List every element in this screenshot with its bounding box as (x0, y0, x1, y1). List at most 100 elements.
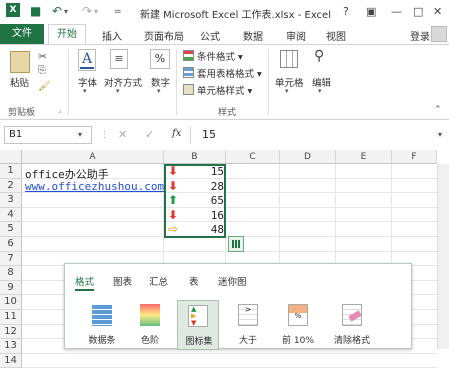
chevron-down-icon[interactable]: ▾ (116, 87, 120, 95)
column-header[interactable]: A (22, 150, 164, 164)
row-header[interactable]: 10 (0, 295, 22, 310)
cells-button[interactable]: 单元格 (275, 75, 304, 89)
qa-item-greater-than[interactable]: > 大于 (227, 300, 269, 350)
format-painter-icon[interactable]: 🖌 (38, 81, 51, 92)
undo-dropdown-icon[interactable]: ▾ (64, 7, 68, 16)
column-header[interactable]: F (392, 150, 437, 164)
conditional-format-button[interactable]: 条件格式 ▾ (197, 49, 243, 63)
avatar[interactable] (431, 26, 447, 42)
column-header[interactable]: B (164, 150, 226, 164)
font-button[interactable]: 字体 (78, 75, 97, 89)
cut-icon[interactable]: ✂ (38, 50, 47, 63)
conditional-format-label: 条件格式 (197, 52, 236, 63)
cell-b1[interactable]: 15 (180, 165, 224, 178)
formula-bar-grip-icon: ⋮ (100, 130, 109, 140)
chevron-down-icon[interactable]: ▾ (318, 87, 322, 95)
row-header[interactable]: 6 (0, 237, 22, 252)
undo-icon[interactable]: ↶ (52, 4, 62, 18)
row-header[interactable]: 13 (0, 339, 22, 354)
minimize-button[interactable]: — (391, 5, 402, 18)
qa-item-top-10[interactable]: % 前 10% (277, 300, 319, 350)
tab-file[interactable]: 文件 (0, 24, 44, 44)
row-header[interactable]: 8 (0, 266, 22, 281)
formula-input[interactable]: 15 (196, 126, 436, 144)
ribbon-home: 粘贴 ✂ ⎘ 🖌 剪贴板 ⌟ A 字体 ▾ ≡ 对齐方式 ▾ % 数字 ▾ 条件… (0, 44, 449, 120)
save-icon[interactable]: ■ (30, 4, 41, 18)
enter-icon[interactable]: ✓ (145, 128, 154, 141)
qa-item-clear-format[interactable]: 清除格式 (331, 300, 373, 350)
qa-item-label: 图标集 (185, 337, 213, 347)
tab-view[interactable]: 视图 (326, 28, 346, 43)
quick-analysis-icon (232, 240, 240, 248)
cell-b4[interactable]: 16 (180, 209, 224, 222)
row-header[interactable]: 14 (0, 353, 22, 368)
conditional-format-icon[interactable] (183, 50, 194, 61)
row-header[interactable]: 5 (0, 222, 22, 237)
qa-item-color-scale[interactable]: 色阶 (129, 300, 171, 350)
customize-qat-icon[interactable]: = (114, 7, 122, 17)
tab-insert[interactable]: 插入 (102, 28, 122, 43)
table-format-icon[interactable] (183, 67, 194, 78)
column-header[interactable]: C (226, 150, 280, 164)
clipboard-launcher-icon[interactable]: ⌟ (58, 106, 61, 114)
icon-set-icon: ▲ ▶ ▼ (188, 305, 208, 327)
binoculars-icon[interactable]: ⚲ (314, 48, 324, 64)
quick-analysis-button[interactable] (228, 236, 244, 252)
tab-formulas[interactable]: 公式 (200, 28, 220, 43)
select-all-corner[interactable] (0, 150, 22, 164)
data-bars-icon (92, 304, 112, 326)
copy-icon[interactable]: ⎘ (38, 65, 46, 76)
row-header[interactable]: 9 (0, 280, 22, 296)
name-box-dropdown-icon[interactable]: ▾ (78, 130, 82, 139)
row-header[interactable]: 12 (0, 324, 22, 340)
paste-icon[interactable] (10, 51, 30, 73)
cell-style-button[interactable]: 单元格样式 ▾ (197, 83, 252, 97)
align-icon[interactable]: ≡ (110, 49, 128, 69)
cell-style-icon[interactable] (183, 84, 194, 95)
qa-item-icon-set[interactable]: ▲ ▶ ▼ 图标集 (177, 300, 219, 350)
column-header[interactable]: D (280, 150, 336, 164)
insert-function-icon[interactable]: fx (172, 128, 181, 139)
table-format-button[interactable]: 套用表格格式 ▾ (197, 66, 262, 80)
vertical-scrollbar[interactable] (437, 164, 449, 349)
row-header[interactable]: 1 (0, 164, 22, 179)
paste-button[interactable]: 粘贴 (10, 75, 29, 89)
chevron-down-icon[interactable]: ▾ (285, 87, 289, 95)
qa-tab-charts[interactable]: 图表 (113, 274, 132, 288)
qa-tab-tables[interactable]: 表 (189, 274, 199, 288)
cell-a2-link[interactable]: www.officezhushou.com (25, 180, 164, 193)
cells-icon[interactable] (280, 50, 298, 68)
qa-tab-sparklines[interactable]: 迷你图 (218, 274, 247, 288)
alignment-button[interactable]: 对齐方式 (104, 75, 142, 89)
row-header[interactable]: 2 (0, 178, 22, 194)
expand-formula-bar-icon[interactable]: ▾ (438, 130, 442, 139)
tab-data[interactable]: 数据 (243, 28, 263, 43)
redo-dropdown-icon[interactable]: ▾ (94, 7, 98, 16)
qa-tab-formatting[interactable]: 格式 (75, 274, 95, 291)
close-button[interactable]: ✕ (433, 5, 442, 18)
arrow-down-icon: ⬇ (168, 207, 179, 222)
tab-page-layout[interactable]: 页面布局 (144, 28, 184, 43)
chevron-down-icon[interactable]: ▾ (157, 87, 161, 95)
row-header[interactable]: 4 (0, 207, 22, 223)
row-header[interactable]: 3 (0, 193, 22, 208)
percent-icon[interactable]: % (150, 49, 170, 69)
login-link[interactable]: 登录 (410, 28, 430, 43)
qa-item-data-bars[interactable]: 数据条 (81, 300, 123, 350)
column-header[interactable]: E (336, 150, 392, 164)
maximize-button[interactable]: □ (413, 5, 423, 18)
redo-icon[interactable]: ↷ (82, 4, 92, 18)
tab-home[interactable]: 开始 (48, 24, 86, 45)
ribbon-display-options-icon[interactable]: ▣ (366, 5, 376, 18)
cell-b3[interactable]: 65 (180, 194, 224, 207)
row-header[interactable]: 7 (0, 251, 22, 267)
cell-b5[interactable]: 48 (180, 223, 224, 236)
tab-review[interactable]: 审阅 (286, 28, 306, 43)
help-button[interactable]: ? (343, 5, 349, 18)
qa-tab-totals[interactable]: 汇总 (149, 274, 168, 288)
chevron-down-icon[interactable]: ▾ (83, 87, 87, 95)
collapse-ribbon-icon[interactable]: ⌃ (434, 105, 442, 115)
cancel-icon[interactable]: ✕ (118, 128, 127, 141)
row-header[interactable]: 11 (0, 310, 22, 325)
cell-b2[interactable]: 28 (180, 180, 224, 193)
